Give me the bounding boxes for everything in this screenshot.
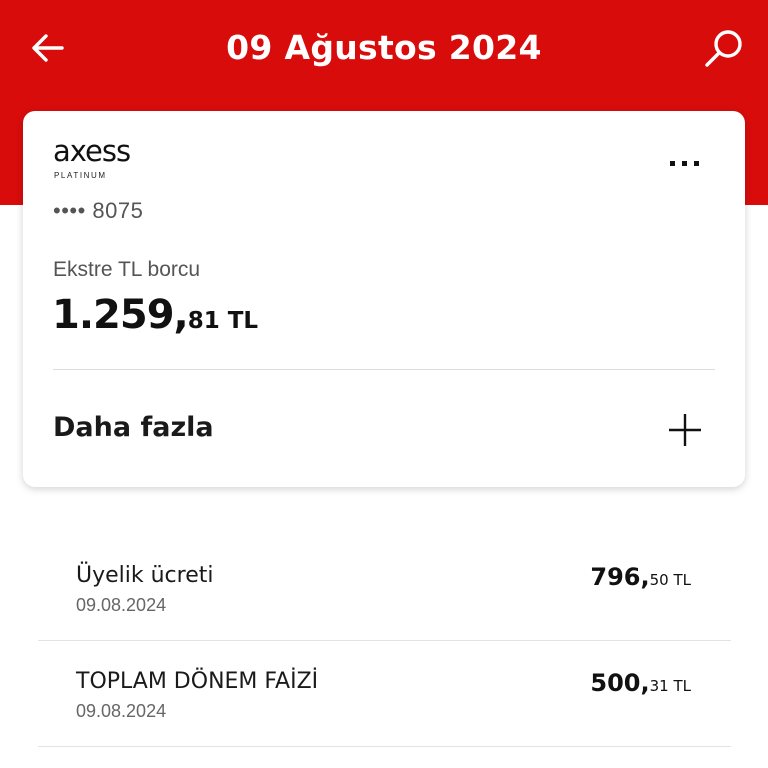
transaction-name: TOPLAM DÖNEM FAİZİ [76, 669, 319, 694]
transaction-date: 09.08.2024 [76, 595, 167, 615]
top-bar: 09 Ağustos 2024 [0, 0, 768, 100]
logo-text: axess [53, 134, 131, 168]
transaction-list: Üyelik ücreti 09.08.2024 796,50 TL TOPLA… [38, 535, 731, 747]
debt-label: Ekstre TL borcu [53, 258, 201, 281]
transaction-amount-decimal: 31 TL [649, 677, 691, 695]
table-row[interactable]: Üyelik ücreti 09.08.2024 796,50 TL [38, 535, 731, 641]
search-button[interactable] [702, 26, 746, 70]
transaction-amount: 796,50 TL [590, 563, 691, 591]
transaction-amount: 500,31 TL [590, 669, 691, 697]
transaction-date: 09.08.2024 [76, 701, 167, 721]
plus-icon [669, 414, 701, 446]
search-icon [705, 30, 742, 67]
table-row[interactable]: TOPLAM DÖNEM FAİZİ 09.08.2024 500,31 TL [38, 641, 731, 747]
credit-card-summary: axess PLATINUM •••• 8075 Ekstre TL borcu… [23, 111, 745, 487]
axess-logo: axess PLATINUM [53, 134, 131, 181]
transaction-amount-integer: 500, [590, 669, 650, 697]
transaction-amount-integer: 796, [590, 563, 650, 591]
debt-amount-integer: 1.259, [52, 292, 189, 338]
more-dots-icon [670, 161, 699, 166]
card-number: •••• 8075 [53, 198, 144, 223]
more-details-label: Daha fazla [53, 412, 214, 443]
transaction-amount-decimal: 50 TL [649, 571, 691, 589]
transaction-name: Üyelik ücreti [76, 563, 214, 588]
more-details-toggle[interactable]: Daha fazla [23, 370, 745, 485]
debt-amount-decimal: 81 TL [187, 308, 259, 334]
debt-amount: 1.259,81 TL [52, 292, 258, 338]
logo-subtitle: PLATINUM [54, 171, 107, 180]
page-title: 09 Ağustos 2024 [226, 28, 542, 67]
more-options-button[interactable] [665, 153, 705, 173]
